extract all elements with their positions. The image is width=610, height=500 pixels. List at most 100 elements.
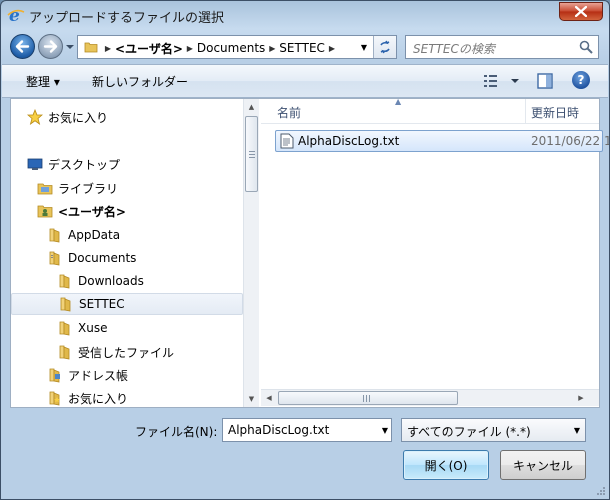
nav-item-appdata[interactable]: AppData	[47, 224, 120, 246]
nav-item-label: お気に入り	[68, 391, 129, 406]
nav-item-contacts[interactable]: アドレス帳	[47, 364, 128, 386]
folder-icon	[59, 345, 70, 360]
preview-pane-icon[interactable]	[536, 72, 554, 90]
nav-item-favorites[interactable]: お気に入り	[27, 106, 108, 128]
navigation-pane[interactable]: お気に入り デスクトップ ライブラリ <ユーザ名> AppData Docume…	[11, 99, 259, 409]
library-icon	[37, 183, 53, 195]
title-bar: e アップロードするファイルの選択	[1, 1, 609, 29]
nav-item-settec[interactable]: SETTEC	[11, 293, 243, 315]
back-button[interactable]	[10, 34, 35, 59]
chevron-right-icon[interactable]: ▶	[326, 44, 338, 53]
folder-icon	[60, 297, 71, 312]
scroll-left-button[interactable]: ◀	[261, 390, 277, 406]
browser-content: お気に入り デスクトップ ライブラリ <ユーザ名> AppData Docume…	[10, 97, 609, 409]
recent-pages-dropdown-icon[interactable]	[65, 43, 75, 51]
nav-item-label: SETTEC	[79, 297, 125, 311]
resize-grip-icon[interactable]	[596, 486, 606, 496]
arrow-right-icon: ▶	[578, 394, 584, 402]
change-view-icon[interactable]	[482, 72, 520, 90]
folder-icon	[59, 321, 70, 336]
organize-menu-button[interactable]: 整理 ▾	[26, 73, 60, 90]
arrow-up-icon: ▲	[248, 103, 255, 111]
file-list-hscrollbar[interactable]: ◀ ▶	[261, 389, 599, 406]
nav-item-downloads[interactable]: Downloads	[57, 270, 144, 292]
filename-input[interactable]: AlphaDiscLog.txt	[228, 423, 329, 437]
folder-icon	[49, 228, 60, 243]
new-folder-button[interactable]: 新しいフォルダー	[92, 73, 188, 90]
scroll-right-button[interactable]: ▶	[573, 390, 589, 406]
breadcrumb-item-user[interactable]: <ユーザ名>	[114, 40, 184, 57]
column-header: ▲ 名前 更新日時	[261, 97, 599, 124]
refresh-button[interactable]	[373, 36, 396, 58]
nav-pane-scrollbar[interactable]: ▲ ▼	[243, 99, 259, 407]
search-input[interactable]: SETTECの検索	[413, 40, 495, 57]
column-divider[interactable]	[525, 99, 526, 123]
nav-item-label: AppData	[68, 228, 121, 242]
star-icon	[27, 109, 43, 125]
scrollbar-thumb[interactable]	[245, 116, 258, 192]
favorites-folder-icon	[49, 391, 60, 406]
nav-item-favorites-folder[interactable]: お気に入り	[47, 387, 128, 409]
file-row-selected[interactable]: AlphaDiscLog.txt 2011/06/22 1	[275, 130, 609, 152]
arrow-left-icon: ◀	[266, 394, 272, 402]
nav-item-user[interactable]: <ユーザ名>	[37, 200, 126, 222]
column-header-date[interactable]: 更新日時	[531, 104, 579, 121]
folder-icon	[84, 42, 98, 53]
chevron-right-icon[interactable]: ▶	[102, 44, 114, 53]
open-button[interactable]: 開く(O)	[403, 450, 489, 480]
nav-item-received-files[interactable]: 受信したファイル	[57, 341, 174, 363]
file-list-pane[interactable]: ▲ 名前 更新日時 AlphaDiscLog.txt 2011/06/22 1 …	[261, 97, 609, 407]
filename-combobox[interactable]: AlphaDiscLog.txt ▼	[222, 418, 392, 442]
search-icon[interactable]	[579, 40, 593, 54]
grip-icon	[363, 395, 370, 402]
scroll-up-button[interactable]: ▲	[244, 99, 259, 115]
text-file-icon	[280, 133, 294, 149]
help-button[interactable]: ?	[572, 71, 590, 89]
refresh-icon	[380, 40, 390, 54]
column-header-name[interactable]: 名前	[277, 104, 301, 121]
nav-item-xuse[interactable]: Xuse	[57, 317, 107, 339]
sort-ascending-icon: ▲	[395, 97, 402, 106]
nav-item-label: アドレス帳	[68, 368, 129, 383]
arrow-down-icon: ▼	[248, 395, 255, 403]
address-dropdown-button[interactable]: ▼	[356, 36, 372, 58]
breadcrumb: ▶ <ユーザ名> ▶ Documents ▶ SETTEC ▶	[102, 40, 338, 56]
cancel-button[interactable]: キャンセル	[500, 450, 586, 480]
nav-item-library[interactable]: ライブラリ	[37, 177, 118, 199]
contacts-icon	[49, 368, 60, 383]
breadcrumb-item-settec[interactable]: SETTEC	[278, 41, 326, 55]
hscrollbar-thumb[interactable]	[278, 391, 458, 405]
file-name: AlphaDiscLog.txt	[298, 134, 400, 148]
chevron-down-icon[interactable]: ▼	[382, 426, 388, 435]
nav-item-label: <ユーザ名>	[58, 204, 126, 219]
chevron-down-icon[interactable]: ▼	[574, 426, 580, 435]
nav-item-documents[interactable]: Documents	[47, 247, 136, 269]
navigation-bar: ▶ <ユーザ名> ▶ Documents ▶ SETTEC ▶ ▼ SETTEC…	[1, 31, 609, 63]
chevron-down-icon: ▼	[360, 42, 368, 52]
breadcrumb-item-documents[interactable]: Documents	[196, 41, 266, 55]
close-button[interactable]	[559, 2, 603, 21]
svg-text:e: e	[9, 6, 20, 24]
nav-item-label: Documents	[68, 251, 137, 265]
window-title: アップロードするファイルの選択	[29, 11, 225, 26]
address-bar[interactable]: ▶ <ユーザ名> ▶ Documents ▶ SETTEC ▶ ▼	[77, 35, 397, 59]
nav-item-label: デスクトップ	[48, 157, 121, 172]
scroll-down-button[interactable]: ▼	[244, 391, 259, 407]
nav-item-desktop[interactable]: デスクトップ	[27, 153, 120, 175]
file-date: 2011/06/22 1	[531, 134, 610, 148]
internet-explorer-icon: e	[7, 6, 25, 24]
chevron-right-icon[interactable]: ▶	[266, 44, 278, 53]
folder-icon	[59, 274, 70, 289]
nav-item-label: Downloads	[78, 274, 144, 288]
file-dialog-window: e アップロードするファイルの選択 ▶ <ユーザ名> ▶ Documents ▶…	[0, 0, 610, 500]
chevron-right-icon[interactable]: ▶	[184, 44, 196, 53]
nav-item-label: お気に入り	[48, 110, 109, 125]
grip-icon	[249, 151, 255, 160]
user-folder-icon	[37, 205, 53, 218]
search-box[interactable]: SETTECの検索	[405, 35, 599, 59]
close-icon	[575, 6, 587, 17]
filetype-select[interactable]: すべてのファイル (*.*) ▼	[401, 418, 586, 442]
filetype-value: すべてのファイル (*.*)	[407, 425, 531, 439]
forward-button[interactable]	[38, 34, 63, 59]
arrow-right-icon	[43, 40, 58, 53]
